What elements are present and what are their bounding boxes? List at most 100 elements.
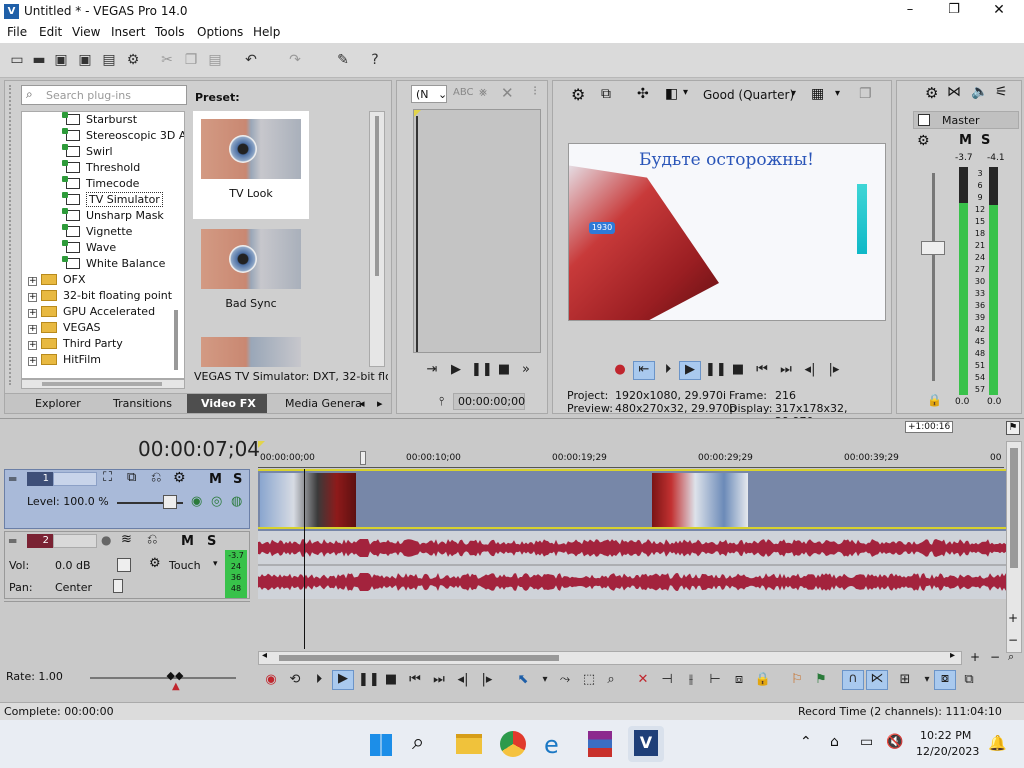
collapse-icon[interactable]: ═ bbox=[9, 534, 16, 548]
display-icon[interactable]: ▭ bbox=[860, 734, 873, 750]
plugin-tree-item[interactable]: + OFX bbox=[28, 272, 86, 288]
loop-marker-icon[interactable] bbox=[360, 451, 366, 465]
go-to-start-icon[interactable]: ⏮ bbox=[406, 672, 424, 688]
menu-insert[interactable]: Insert bbox=[111, 25, 145, 39]
preset-bad-sync[interactable]: Bad Sync bbox=[193, 223, 309, 331]
delete-icon[interactable]: ✕ bbox=[634, 672, 652, 688]
plugin-tree-item[interactable]: Timecode bbox=[62, 176, 139, 192]
ignore-grouping-icon[interactable]: ⧉ bbox=[960, 672, 978, 688]
plugin-tree-item[interactable]: Wave bbox=[62, 240, 116, 256]
master-gear-icon[interactable]: ⚙ bbox=[925, 84, 938, 102]
master-solo-button[interactable]: S bbox=[981, 133, 990, 148]
track-gear-icon[interactable]: ⚙ bbox=[173, 470, 186, 486]
level-slider-handle[interactable] bbox=[163, 495, 177, 509]
auto-crossfade-icon[interactable]: ⋉ bbox=[866, 670, 888, 690]
tab-transitions[interactable]: Transitions bbox=[113, 397, 172, 410]
trimmer-more-icon[interactable]: » bbox=[517, 362, 535, 378]
overlays-grid-icon[interactable]: ▦ bbox=[811, 86, 824, 102]
audio-lane[interactable] bbox=[258, 531, 1006, 599]
zoom-out-time-icon[interactable]: − bbox=[990, 650, 1000, 664]
record-icon[interactable]: ● bbox=[611, 362, 629, 378]
copy-icon[interactable]: ❐ bbox=[182, 51, 200, 69]
file-explorer-icon[interactable] bbox=[456, 734, 482, 754]
go-to-start-icon[interactable]: ⏮ bbox=[753, 362, 771, 378]
timeline-ruler[interactable]: 00:00:00;00 00:00:10;00 00:00:19;29 00:0… bbox=[258, 441, 1004, 469]
tab-media-generators[interactable]: Media Genera bbox=[285, 397, 362, 410]
audio-track-header[interactable]: ═ 2 ● ≋ ⎌ M S Vol: 0.0 dB ⚙ Touch ▾ Pan:… bbox=[4, 531, 250, 599]
plugin-tree-item[interactable]: Vignette bbox=[62, 224, 132, 240]
arm-record-icon[interactable]: ● bbox=[101, 533, 111, 547]
collapse-icon[interactable]: ═ bbox=[9, 472, 16, 486]
lock-icon[interactable]: 🔒 bbox=[754, 672, 772, 688]
external-monitor-icon[interactable]: ⧉ bbox=[601, 86, 611, 102]
envelope-tool-icon[interactable]: ⤳ bbox=[556, 672, 574, 688]
downmix-icon[interactable]: ⋈ bbox=[947, 84, 961, 100]
master-fx-icon[interactable]: ⚙ bbox=[917, 133, 930, 149]
chevron-down-icon[interactable]: ▾ bbox=[536, 672, 554, 688]
notification-bell-icon[interactable]: 🔔 bbox=[988, 734, 1007, 752]
search-input[interactable]: Search plug-ins bbox=[46, 89, 131, 102]
tab-explorer[interactable]: Explorer bbox=[35, 397, 81, 410]
hscroll-left-icon[interactable]: ◂ bbox=[262, 650, 267, 661]
loop-playback-icon[interactable]: ⟲ bbox=[286, 672, 304, 688]
plugin-tree-item[interactable]: Stereoscopic 3D A bbox=[62, 128, 184, 144]
insert-marker-icon[interactable]: ⚐ bbox=[788, 672, 806, 688]
timeline-hscroll[interactable] bbox=[258, 651, 962, 665]
undo-icon[interactable]: ↶ bbox=[242, 51, 260, 69]
play-from-start-icon[interactable]: ⏵ bbox=[310, 672, 328, 688]
invert-phase-icon[interactable]: ≋ bbox=[121, 532, 132, 547]
loop-playback-icon[interactable]: ⇤ bbox=[633, 361, 655, 380]
plugin-tree-item[interactable]: Unsharp Mask bbox=[62, 208, 164, 224]
preset-tv-look[interactable]: TV Look bbox=[193, 111, 309, 219]
track2-solo-button[interactable]: S bbox=[207, 534, 216, 549]
mixer-settings-icon[interactable]: ⚟ bbox=[995, 84, 1008, 100]
chevron-down-icon[interactable]: ▾ bbox=[683, 87, 688, 98]
video-track-header[interactable]: ═ 1 ⛶ ⧉ ⎌ ⚙ M S Level: 100.0 % ◉ ◎ ◍ bbox=[4, 469, 250, 529]
track-motion-icon[interactable]: ⛶ bbox=[103, 470, 112, 485]
plugin-tree-item[interactable]: + GPU Accelerated bbox=[28, 304, 155, 320]
plugin-tree-item[interactable]: + VEGAS bbox=[28, 320, 101, 336]
chevron-up-icon[interactable]: ⌃ bbox=[800, 734, 812, 750]
properties-gear-icon[interactable]: ⚙ bbox=[124, 51, 142, 69]
menu-view[interactable]: View bbox=[72, 25, 100, 39]
plugin-tree-item[interactable]: + Third Party bbox=[28, 336, 123, 352]
zoom-out-icon[interactable]: − bbox=[1008, 633, 1018, 647]
ripple-icon[interactable]: ⧈ bbox=[730, 672, 748, 688]
volume-muted-icon[interactable]: 🔇 bbox=[886, 734, 903, 750]
composite-mode-icon[interactable]: ◉ bbox=[191, 494, 202, 509]
snapping-icon[interactable]: ∩ bbox=[842, 670, 864, 690]
plugin-tree-item[interactable]: Swirl bbox=[62, 144, 113, 160]
copy-snapshot-icon[interactable]: ❐ bbox=[859, 86, 872, 102]
expand-icon[interactable]: + bbox=[28, 357, 37, 366]
trim-tool-icon[interactable]: ⨳ bbox=[479, 85, 487, 100]
next-frame-icon[interactable]: |▸ bbox=[478, 672, 496, 688]
expand-icon[interactable]: + bbox=[28, 293, 37, 302]
abc-icon[interactable]: ABC bbox=[453, 87, 474, 98]
go-to-end-icon[interactable]: ⏭ bbox=[777, 362, 795, 378]
pan-slider-handle[interactable] bbox=[113, 579, 123, 593]
preview-quality-dropdown[interactable]: Good (Quarter) bbox=[703, 88, 794, 102]
expand-icon[interactable]: + bbox=[28, 341, 37, 350]
expand-icon[interactable]: + bbox=[28, 277, 37, 286]
split-screen-icon[interactable]: ✣ bbox=[637, 86, 649, 102]
plugin-tree-item[interactable]: + HitFilm bbox=[28, 352, 101, 368]
video-lane[interactable] bbox=[258, 469, 1006, 531]
composite-parent-icon[interactable]: ◍ bbox=[231, 494, 242, 509]
previous-frame-icon[interactable]: ◂| bbox=[801, 362, 819, 378]
selection-tool-icon[interactable]: ⬚ bbox=[580, 672, 598, 688]
save-icon[interactable]: ▣ bbox=[52, 51, 70, 69]
trim-end-icon[interactable]: ⊢ bbox=[706, 672, 724, 688]
menu-edit[interactable]: Edit bbox=[39, 25, 62, 39]
track1-solo-button[interactable]: S bbox=[233, 472, 242, 487]
record-icon[interactable]: ◉ bbox=[262, 672, 280, 688]
menu-options[interactable]: Options bbox=[197, 25, 243, 39]
go-to-end-icon[interactable]: ⏭ bbox=[430, 672, 448, 688]
help-icon[interactable]: ? bbox=[366, 51, 384, 69]
video-clip[interactable] bbox=[260, 473, 356, 527]
plugin-tree-item[interactable]: White Balance bbox=[62, 256, 165, 272]
menu-help[interactable]: Help bbox=[253, 25, 280, 39]
zoom-in-time-icon[interactable]: + bbox=[970, 650, 980, 664]
zoom-tool-icon[interactable]: ⌕ bbox=[602, 672, 620, 688]
save-as-icon[interactable]: ▣ bbox=[76, 51, 94, 69]
master-mute-button[interactable]: M bbox=[959, 133, 972, 148]
